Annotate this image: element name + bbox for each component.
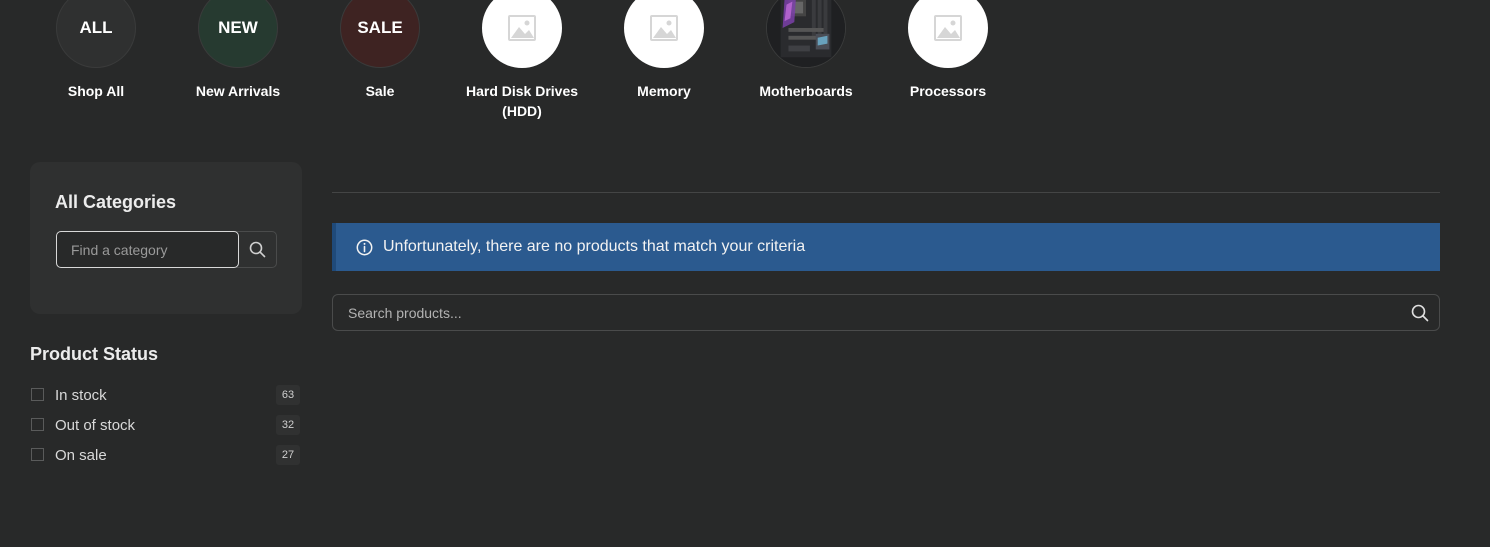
category-label: Hard Disk Drives (HDD) <box>465 83 579 119</box>
category-label: New Arrivals <box>195 83 281 99</box>
checkbox[interactable] <box>31 447 44 461</box>
all-categories-title: All Categories <box>55 192 177 212</box>
category-label: Processors <box>909 83 987 99</box>
status-label: Out of stock <box>55 416 136 434</box>
category-label: Sale <box>365 83 395 99</box>
category-search <box>56 231 277 268</box>
notice-message: Unfortunately, there are no products tha… <box>383 238 806 255</box>
product-status-filter: In stock 63 Out of stock 32 On sale 27 <box>30 380 300 470</box>
product-search-input[interactable] <box>333 295 1401 330</box>
category-label: Memory <box>637 83 691 99</box>
all-categories-widget: All Categories <box>30 162 302 314</box>
category-label: Motherboards <box>759 83 853 99</box>
no-products-notice: Unfortunately, there are no products tha… <box>332 223 1440 271</box>
category-new-arrivals[interactable]: NEW New Arrivals <box>173 0 303 101</box>
status-filter-on-sale[interactable]: On sale 27 <box>30 440 300 470</box>
checkbox[interactable] <box>31 387 44 401</box>
category-search-button[interactable] <box>239 232 276 267</box>
product-status-title: Product Status <box>30 344 159 364</box>
category-label: Shop All <box>67 83 125 99</box>
category-hdd[interactable]: Hard Disk Drives (HDD) <box>457 0 587 121</box>
category-motherboards[interactable]: Motherboards <box>741 0 871 101</box>
status-label: On sale <box>55 446 107 464</box>
status-count: 27 <box>276 445 300 465</box>
category-sale-badge: SALE <box>340 0 420 68</box>
status-count: 32 <box>276 415 300 435</box>
status-filter-in-stock[interactable]: In stock 63 <box>30 380 300 410</box>
motherboard-thumbnail <box>766 0 846 68</box>
info-icon <box>356 239 373 255</box>
shop-page: ALL Shop All NEW New Arrivals SALE Sale … <box>0 0 1490 547</box>
search-icon <box>1411 304 1429 321</box>
category-new-badge: NEW <box>198 0 278 68</box>
category-processors[interactable]: Processors <box>883 0 1013 101</box>
image-placeholder-icon <box>624 0 704 68</box>
image-placeholder-icon <box>482 0 562 68</box>
product-search <box>332 294 1440 331</box>
category-search-input[interactable] <box>56 231 239 268</box>
status-filter-out-of-stock[interactable]: Out of stock 32 <box>30 410 300 440</box>
category-all-badge: ALL <box>56 0 136 68</box>
category-sale[interactable]: SALE Sale <box>315 0 445 101</box>
category-memory[interactable]: Memory <box>599 0 729 101</box>
divider <box>332 192 1440 193</box>
status-label: In stock <box>55 386 107 404</box>
search-icon <box>249 241 266 258</box>
category-shop-all[interactable]: ALL Shop All <box>31 0 161 101</box>
product-search-button[interactable] <box>1401 295 1439 330</box>
checkbox[interactable] <box>31 417 44 431</box>
category-carousel: ALL Shop All NEW New Arrivals SALE Sale … <box>0 0 1100 140</box>
image-placeholder-icon <box>908 0 988 68</box>
status-count: 63 <box>276 385 300 405</box>
